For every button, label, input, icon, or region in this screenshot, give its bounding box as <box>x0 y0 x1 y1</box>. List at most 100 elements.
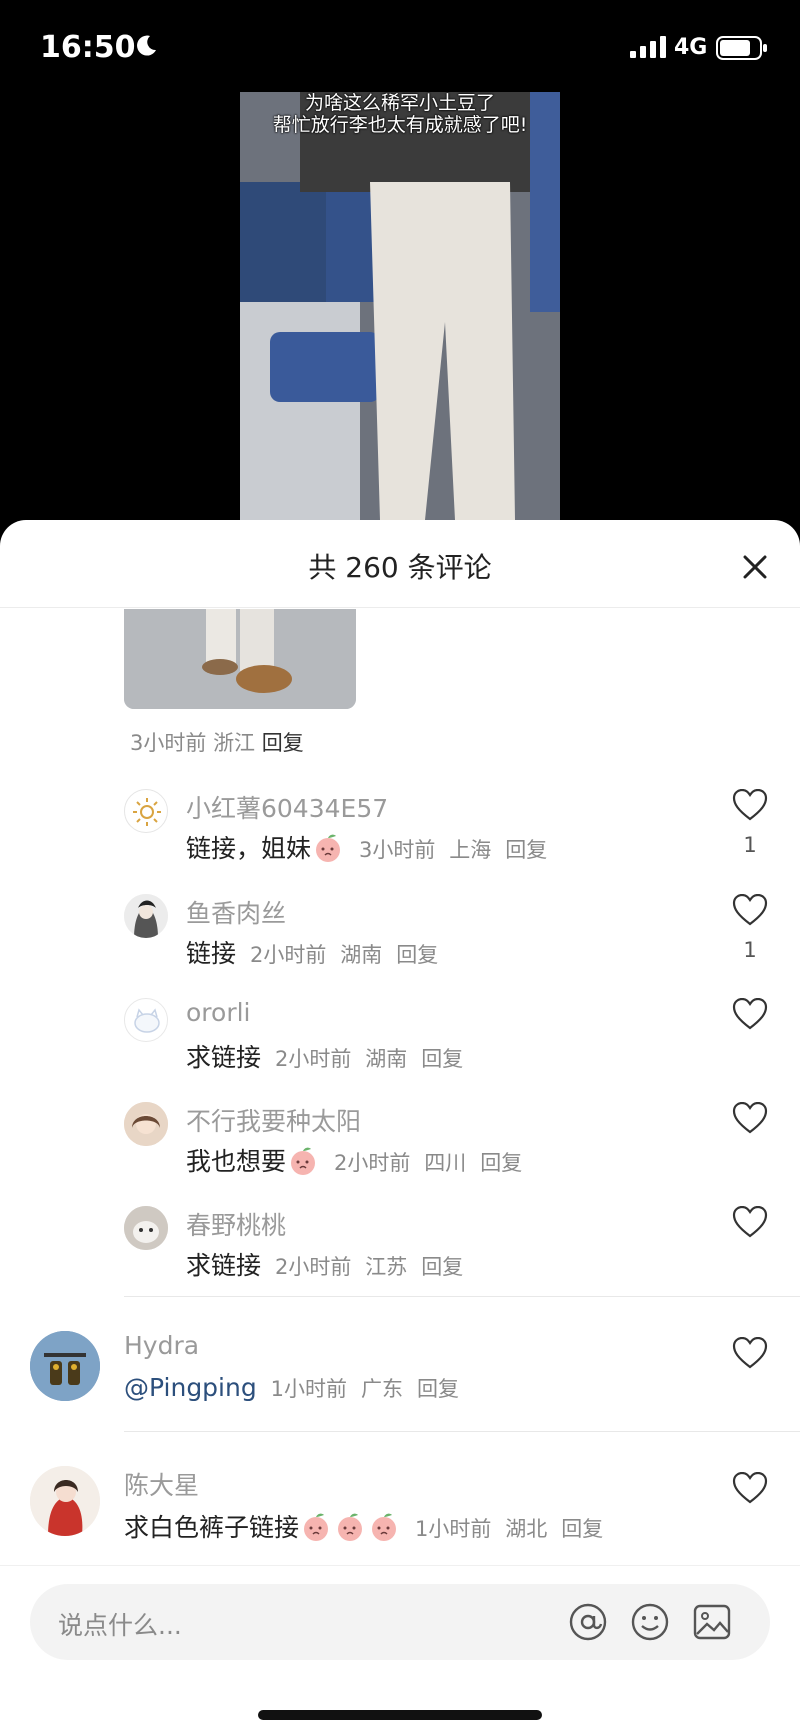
avatar[interactable] <box>124 1102 168 1146</box>
traffic-light-avatar-icon <box>30 1331 100 1401</box>
reply-location: 四川 <box>424 1151 467 1175</box>
reply-text: 我也想要 <box>186 1147 287 1176</box>
reply-username[interactable]: 小红薯60434E57 <box>186 789 388 825</box>
comment-item[interactable]: 陈大星 求白色裤子链接 1小时前 湖北 回复 <box>0 1466 800 1565</box>
reply-item[interactable]: 不行我要种太阳 我也想要 2小时前 四川 回复 <box>0 1102 800 1206</box>
comment-text: 求白色裤子链接 <box>124 1513 300 1542</box>
mention-link[interactable]: @Pingping <box>124 1373 257 1402</box>
reply-content: 求链接 2小时前 江苏 回复 <box>186 1246 463 1282</box>
kitty-avatar-icon <box>134 1008 160 1033</box>
sun-avatar-icon <box>133 798 161 826</box>
video-caption-line: 为啥这么稀罕小土豆了 <box>304 92 495 114</box>
avatar[interactable] <box>124 1206 168 1250</box>
reply-item[interactable]: 春野桃桃 求链接 2小时前 江苏 回复 <box>0 1206 800 1310</box>
peach-emoji-icon <box>372 1513 397 1541</box>
reply-link[interactable]: 回复 <box>561 1517 603 1541</box>
reply-item[interactable]: ororli 求链接 2小时前 湖南 回复 <box>0 998 800 1102</box>
ink-portrait-avatar-icon <box>124 894 168 938</box>
sheet-header: 共 260 条评论 <box>0 520 800 608</box>
reply-username[interactable]: 鱼香肉丝 <box>186 894 286 930</box>
peach-emoji-icon <box>338 1513 363 1541</box>
reply-text: 链接，姐妹 <box>186 834 312 863</box>
divider <box>124 1296 800 1297</box>
avatar[interactable] <box>124 789 168 833</box>
heart-icon[interactable] <box>732 1102 768 1134</box>
reply-link[interactable]: 回复 <box>417 1377 459 1401</box>
moon-icon <box>137 35 156 56</box>
status-time: 16:50 <box>40 30 136 65</box>
peach-emoji-icon <box>291 1147 316 1175</box>
reply-link[interactable]: 回复 <box>396 943 438 967</box>
peach-emoji-icon <box>316 834 341 862</box>
reply-text: 求链接 <box>186 1251 262 1280</box>
comment-count-title: 共 260 条评论 <box>308 551 492 584</box>
video-caption: 为啥这么稀罕小土豆了 帮忙放行李也太有成就感了吧! <box>240 92 560 136</box>
reply-time: 2小时前 <box>249 943 327 967</box>
reply-link[interactable]: 回复 <box>262 731 304 755</box>
reply-username[interactable]: 不行我要种太阳 <box>186 1102 361 1138</box>
video-frame <box>240 92 560 520</box>
avatar[interactable] <box>30 1466 100 1536</box>
comment-time: 1小时前 <box>270 1377 348 1401</box>
reply-location: 湖南 <box>365 1047 408 1071</box>
heart-icon[interactable] <box>732 1472 768 1504</box>
battery-icon <box>716 36 767 60</box>
comment-input-bar: 说点什么... <box>0 1565 800 1731</box>
reply-link[interactable]: 回复 <box>480 1151 522 1175</box>
reply-location: 湖南 <box>340 943 383 967</box>
divider <box>124 1431 800 1432</box>
cat-avatar-icon <box>124 1206 168 1250</box>
heart-icon[interactable] <box>732 789 768 821</box>
girl-avatar-icon <box>124 1102 168 1146</box>
emoji-icon[interactable] <box>630 1602 670 1642</box>
illustrated-girl-avatar-icon <box>30 1466 100 1536</box>
parent-comment-meta: 3小时前 浙江 回复 <box>130 727 304 757</box>
video-player[interactable]: 为啥这么稀罕小土豆了 帮忙放行李也太有成就感了吧! <box>240 92 560 520</box>
reply-location: 上海 <box>449 838 492 862</box>
reply-content: 链接，姐妹 3小时前 上海 回复 <box>186 829 547 865</box>
image-icon[interactable] <box>692 1602 732 1642</box>
reply-content: 我也想要 2小时前 四川 回复 <box>186 1142 522 1178</box>
network-type: 4G <box>674 35 708 60</box>
heart-icon[interactable] <box>732 998 768 1030</box>
reply-time: 2小时前 <box>333 1151 411 1175</box>
comment-item[interactable]: Hydra @Pingping 1小时前 广东 回复 <box>0 1331 800 1451</box>
comment-time: 1小时前 <box>414 1517 492 1541</box>
reply-link[interactable]: 回复 <box>421 1255 463 1279</box>
reply-username[interactable]: 春野桃桃 <box>186 1206 286 1242</box>
reply-link[interactable]: 回复 <box>505 838 547 862</box>
heart-icon[interactable] <box>732 1206 768 1238</box>
peach-emoji-icon <box>304 1513 329 1541</box>
comment-content: @Pingping 1小时前 广东 回复 <box>124 1373 459 1403</box>
comment-username[interactable]: Hydra <box>124 1331 199 1360</box>
reply-time: 2小时前 <box>274 1255 352 1279</box>
comment-list[interactable]: 3小时前 浙江 回复 小红薯60434E57 链接，姐妹 3小时前 上海 回复 … <box>0 609 800 1565</box>
comment-username[interactable]: 陈大星 <box>124 1466 199 1502</box>
home-indicator <box>258 1710 542 1720</box>
reply-content: 链接 2小时前 湖南 回复 <box>186 934 438 970</box>
heart-icon[interactable] <box>732 1337 768 1369</box>
close-icon[interactable] <box>738 550 772 584</box>
comment-image[interactable] <box>124 609 356 709</box>
reply-link[interactable]: 回复 <box>421 1047 463 1071</box>
reply-time: 3小时前 <box>358 838 436 862</box>
reply-username[interactable]: ororli <box>186 998 251 1027</box>
at-icon[interactable] <box>568 1602 608 1642</box>
reply-text: 求链接 <box>186 1043 262 1072</box>
comment-location: 广东 <box>361 1377 403 1401</box>
comment-input[interactable]: 说点什么... <box>30 1584 770 1660</box>
avatar[interactable] <box>30 1331 100 1401</box>
reply-item[interactable]: 鱼香肉丝 链接 2小时前 湖南 回复 1 <box>0 894 800 998</box>
avatar[interactable] <box>124 998 168 1042</box>
like-count: 1 <box>743 938 757 962</box>
avatar[interactable] <box>124 894 168 938</box>
reply-text: 链接 <box>186 939 237 968</box>
comment-content: 求白色裤子链接 1小时前 湖北 回复 <box>124 1508 603 1544</box>
reply-time: 2小时前 <box>274 1047 352 1071</box>
like-count: 1 <box>743 833 757 857</box>
signal-icon <box>630 36 666 58</box>
reply-location: 江苏 <box>365 1255 408 1279</box>
comment-location: 湖北 <box>505 1517 548 1541</box>
reply-item[interactable]: 小红薯60434E57 链接，姐妹 3小时前 上海 回复 1 <box>0 789 800 893</box>
heart-icon[interactable] <box>732 894 768 926</box>
